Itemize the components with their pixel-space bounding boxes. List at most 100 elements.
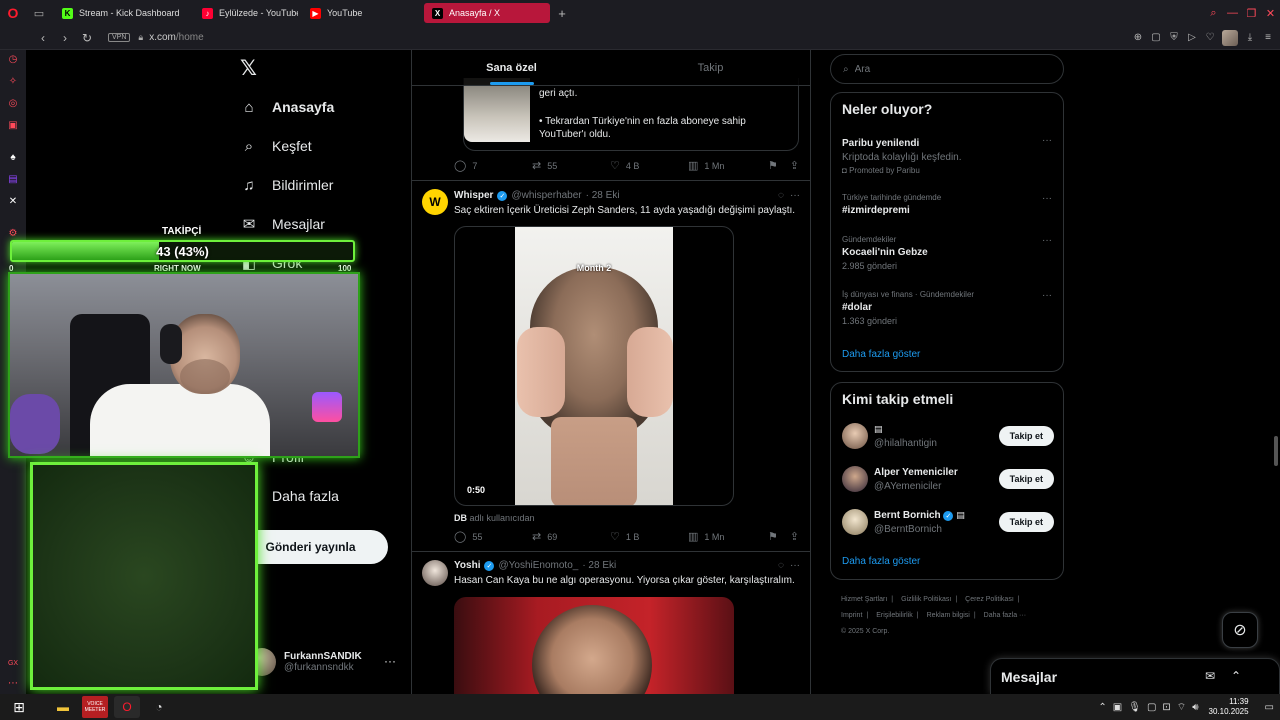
obs-icon[interactable]: ◔ bbox=[146, 696, 172, 718]
close-window-icon[interactable]: ✕ bbox=[1261, 0, 1280, 26]
messages-drawer[interactable]: Mesajlar ✉ ⌃ bbox=[990, 658, 1280, 694]
nav-item-mail[interactable]: ✉ Mesajlar bbox=[240, 215, 325, 233]
gx-icon[interactable]: GX bbox=[6, 656, 20, 670]
follow-suggestion[interactable]: Alper Yemeniciler @AYemeniciler Takip et bbox=[842, 466, 1054, 496]
suggestion-handle[interactable]: @AYemeniciler bbox=[874, 481, 941, 492]
tab-following[interactable]: Takip bbox=[611, 50, 810, 85]
search-tabs-icon[interactable]: ⌕ bbox=[1204, 0, 1223, 26]
repost-button[interactable]: ⇄ 55 bbox=[532, 159, 610, 172]
reply-button[interactable]: ◯ 7 bbox=[454, 159, 532, 172]
follow-suggestion[interactable]: Bernt Bornich ✓ ▤ @BerntBornich Takip et bbox=[842, 509, 1054, 539]
avatar[interactable] bbox=[842, 466, 868, 492]
sidebar-more-icon[interactable]: ⋯ bbox=[6, 676, 20, 690]
twitch-icon[interactable]: ▤ bbox=[6, 172, 20, 186]
follow-button[interactable]: Takip et bbox=[998, 512, 1054, 532]
like-button[interactable]: ♡ 4 B bbox=[610, 159, 688, 172]
footer-link[interactable]: Erişilebilirlik bbox=[876, 612, 913, 619]
notifications-icon[interactable]: ▭ bbox=[1265, 702, 1274, 713]
avatar[interactable] bbox=[842, 509, 868, 535]
trend-more-icon[interactable]: ··· bbox=[1042, 135, 1052, 146]
share-icon[interactable]: ⇪ bbox=[790, 159, 799, 172]
menu-icon[interactable]: ≡ bbox=[1262, 32, 1274, 43]
scrollbar-thumb[interactable] bbox=[1274, 436, 1278, 466]
repost-button[interactable]: ⇄ 69 bbox=[532, 530, 610, 543]
clock[interactable]: 11:39 30.10.2025 bbox=[1209, 697, 1249, 717]
display-icon[interactable]: ⊡ bbox=[1162, 702, 1170, 713]
player-icon[interactable]: ▷ bbox=[1186, 32, 1198, 43]
new-tab-button[interactable]: + bbox=[552, 3, 572, 23]
follow-button[interactable]: Takip et bbox=[998, 426, 1054, 446]
browser-tab[interactable]: ▶ YouTube bbox=[302, 3, 420, 23]
suggestion-name[interactable]: Bernt Bornich ✓ ▤ bbox=[874, 510, 965, 521]
post-more-icon[interactable]: ··· bbox=[790, 560, 800, 571]
maximize-icon[interactable]: ❐ bbox=[1242, 0, 1261, 26]
grok-icon[interactable]: ◌ bbox=[778, 190, 784, 201]
views-button[interactable]: ▥ 1 Mn bbox=[688, 159, 766, 172]
new-message-icon[interactable]: ✉ bbox=[1205, 669, 1215, 683]
footer-link[interactable]: Gizlilik Politikası bbox=[901, 596, 951, 603]
back-icon[interactable]: ‹ bbox=[34, 31, 52, 45]
like-button[interactable]: ♡ 1 B bbox=[610, 530, 688, 543]
network-icon[interactable]: ▣ bbox=[1113, 702, 1122, 713]
trend-item[interactable]: Türkiye tarihinde gündemde #izmirdepremi… bbox=[842, 193, 1052, 216]
follow-button[interactable]: Takip et bbox=[998, 469, 1054, 489]
footer-link[interactable]: Reklam bilgisi bbox=[927, 612, 970, 619]
bookmark-icon[interactable]: ⊕ bbox=[1132, 32, 1144, 43]
settings-icon[interactable]: ⚙ bbox=[6, 226, 20, 240]
forward-icon[interactable]: › bbox=[56, 31, 74, 45]
x-sidebar-icon[interactable]: ✕ bbox=[6, 194, 20, 208]
footer-link[interactable]: Hizmet Şartları bbox=[841, 596, 887, 603]
share-icon[interactable]: ⇪ bbox=[790, 530, 799, 543]
browser-tab[interactable]: ♪ Eylülzede - YouTube Music bbox=[194, 3, 298, 23]
link-card[interactable]: geri açtı. • Tekrardan Türkiye'nin en fa… bbox=[463, 78, 799, 151]
nav-item-search[interactable]: ⌕ Keşfet bbox=[240, 137, 312, 155]
account-more-icon[interactable]: ··· bbox=[384, 654, 396, 668]
history-icon[interactable]: ◷ bbox=[6, 52, 20, 66]
browser-tab[interactable]: X Anasayfa / X bbox=[424, 3, 550, 23]
reload-icon[interactable]: ↻ bbox=[78, 31, 96, 45]
author-handle[interactable]: @whisperhaber bbox=[511, 190, 581, 201]
follow-suggestion[interactable]: ▤ @hilalhantigin Takip et bbox=[842, 423, 1054, 453]
search-input[interactable] bbox=[854, 63, 1035, 75]
download-icon[interactable]: ⤓ bbox=[1244, 32, 1256, 43]
trend-item[interactable]: Gündemdekiler Kocaeli'nin Gebze 2.985 gö… bbox=[842, 235, 1052, 271]
post[interactable]: Yoshi ✓ @YoshiEnomoto_ · 28 Eki ◌ ··· Ha… bbox=[412, 552, 810, 694]
opera-taskbar-icon[interactable]: O bbox=[114, 696, 140, 718]
tray-chevron-icon[interactable]: ⌃ bbox=[1098, 702, 1106, 713]
nav-item-bell[interactable]: ♫ Bildirimler bbox=[240, 176, 333, 194]
vpn-badge[interactable]: VPN bbox=[108, 33, 131, 42]
post-more-icon[interactable]: ··· bbox=[790, 190, 800, 201]
wifi-icon[interactable]: ⌔ bbox=[1177, 701, 1186, 714]
file-explorer-icon[interactable]: ▬ bbox=[50, 696, 76, 718]
video-player[interactable]: Month 2 0:50 bbox=[454, 226, 734, 506]
x-logo-icon[interactable]: 𝕏 bbox=[240, 58, 262, 80]
bookmark-icon[interactable]: ⚑ bbox=[768, 530, 778, 543]
post[interactable]: W Whisper ✓ @whisperhaber · 28 Eki ◌ ···… bbox=[412, 181, 810, 551]
trend-item[interactable]: Paribu yenilendi Kriptoda kolaylığı keşf… bbox=[842, 135, 1052, 175]
grok-fab-button[interactable]: ⊘ bbox=[1222, 612, 1258, 648]
lock-icon[interactable]: 🔒︎ bbox=[138, 32, 143, 43]
post-date[interactable]: · 28 Eki bbox=[586, 190, 620, 201]
suggestion-name[interactable]: ▤ bbox=[874, 424, 883, 435]
messenger-icon[interactable]: ◎ bbox=[6, 96, 20, 110]
show-more-link[interactable]: Daha fazla göster bbox=[842, 349, 920, 360]
snapshot-icon[interactable]: ▢ bbox=[1150, 32, 1162, 43]
trend-more-icon[interactable]: ··· bbox=[1042, 235, 1052, 246]
aria-icon[interactable]: ✧ bbox=[6, 74, 20, 88]
workspaces-icon[interactable]: ▭ bbox=[26, 0, 52, 26]
kick-icon[interactable]: ♠ bbox=[6, 150, 20, 164]
post-date[interactable]: · 28 Eki bbox=[582, 560, 616, 571]
account-switcher[interactable]: FurkannSANDIK @furkannsndkk ··· bbox=[248, 648, 396, 676]
volume-icon[interactable]: 🔊︎ bbox=[1192, 702, 1198, 713]
windows-start-icon[interactable]: ⊞ bbox=[6, 696, 32, 718]
expand-icon[interactable]: ⌃ bbox=[1231, 669, 1241, 683]
reply-button[interactable]: ◯ 55 bbox=[454, 530, 532, 543]
mic-icon[interactable]: 🎙︎ bbox=[1128, 702, 1141, 713]
heart-icon[interactable]: ♡ bbox=[1204, 32, 1216, 43]
bookmark-icon[interactable]: ⚑ bbox=[768, 159, 778, 172]
trend-item[interactable]: İş dünyası ve finans · Gündemdekiler #do… bbox=[842, 290, 1052, 326]
url-field[interactable]: x.com/home bbox=[149, 32, 203, 43]
author-name[interactable]: Yoshi bbox=[454, 560, 480, 571]
footer-link[interactable]: Daha fazla ··· bbox=[984, 612, 1026, 619]
author-handle[interactable]: @YoshiEnomoto_ bbox=[498, 560, 578, 571]
